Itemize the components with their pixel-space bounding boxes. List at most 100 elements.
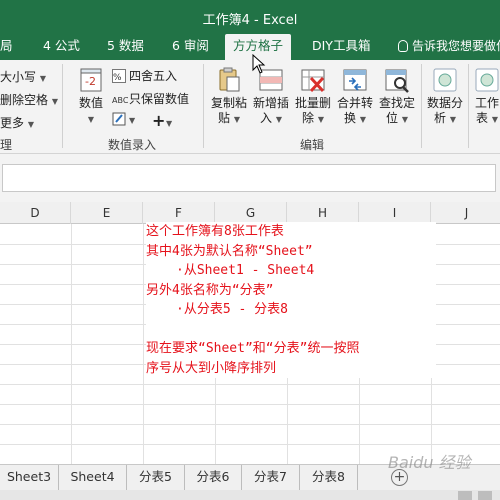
chevron-down-icon: ▼ [129, 116, 136, 125]
column-header-f[interactable]: F [143, 202, 215, 224]
textbox-line: 另外4张名称为“分表” [146, 282, 274, 298]
merge-label-2: 换 [344, 111, 357, 125]
tab-diy-toolbox[interactable]: DIY工具箱 [312, 34, 370, 60]
find-label-2-row: 位 ▼ [376, 111, 418, 127]
tell-me-text: 告诉我您想要做什 [412, 39, 500, 53]
tab-page-layout[interactable]: 局 [0, 34, 13, 60]
tab-data[interactable]: 5 数据 [107, 34, 144, 60]
copy-paste-button[interactable]: 复制粘 贴 ▼ [208, 66, 250, 132]
tab-review[interactable]: 6 审阅 [172, 34, 209, 60]
edit-icon [112, 112, 126, 126]
page-layout-view-icon[interactable] [478, 491, 492, 500]
textbox-line: ·从Sheet1 - Sheet4 [176, 263, 315, 278]
column-header-h[interactable]: H [287, 202, 359, 224]
remove-spaces-button[interactable]: 删除空格 ▼ [0, 91, 58, 108]
round-button[interactable]: % 四舍五入 [112, 67, 177, 84]
copy-paste-label-1: 复制粘 [210, 96, 247, 110]
sheet-tab-fenbiao8[interactable]: 分表8 [300, 465, 358, 490]
chevron-down-icon: ▼ [233, 115, 240, 124]
gridline [0, 424, 500, 425]
textbox-line: 现在要求“Sheet”和“分表”统一按照 [146, 341, 360, 356]
normal-view-icon[interactable] [458, 491, 472, 500]
analysis-icon [431, 66, 459, 94]
chevron-down-icon: ▼ [27, 120, 34, 129]
column-header-i[interactable]: I [359, 202, 431, 224]
sheet-tab-sheet4[interactable]: Sheet4 [59, 465, 127, 490]
new-insert-button[interactable]: 新增插 入 ▼ [250, 66, 292, 132]
title-bar: 工作簿4 - Excel [0, 0, 500, 34]
keep-values-button[interactable]: ABC 只保留数值 [112, 90, 189, 107]
sheet-tab-sheet3[interactable]: Sheet3 [0, 465, 59, 490]
column-header-g[interactable]: G [215, 202, 287, 224]
watermark: Baidu 经验 [388, 453, 471, 472]
column-header-j[interactable]: J [431, 202, 500, 224]
plus-dropdown[interactable]: ▼ [166, 115, 172, 129]
new-insert-label-1: 新增插 [252, 96, 289, 110]
more-label: 更多 [0, 116, 25, 130]
window-title: 工作簿4 - Excel [202, 13, 298, 28]
find-label-1: 查找定 [378, 96, 415, 110]
column-headers: D E F G H I J [0, 202, 500, 224]
case-button[interactable]: 大小写 ▼ [0, 68, 46, 85]
round-icon: % [112, 69, 126, 83]
remove-spaces-label: 删除空格 [0, 93, 49, 107]
group-label-number-entry: 数值录入 [108, 138, 157, 152]
plus-icon[interactable]: + [152, 111, 165, 130]
chevron-down-icon: ▼ [359, 115, 366, 124]
merge-convert-button[interactable]: 合并转 换 ▼ [334, 66, 376, 132]
abc-icon: ABC [112, 92, 129, 106]
group-label-edit: 编辑 [300, 138, 325, 152]
find-label-2: 位 [386, 111, 399, 125]
sheet-tab-fenbiao7[interactable]: 分表7 [242, 465, 300, 490]
group-label-left: 理 [0, 138, 13, 152]
gridline [0, 444, 500, 445]
textbox-line [146, 320, 436, 340]
tell-me-search[interactable]: 告诉我您想要做什 [398, 34, 500, 60]
copy-paste-label-2: 贴 [218, 111, 231, 125]
status-bar [0, 490, 500, 500]
clipboard-icon [215, 66, 243, 94]
worksheet-button[interactable]: 工作 表 ▼ [472, 66, 500, 132]
batch-delete-label-1: 批量删 [294, 96, 331, 110]
gridline [0, 404, 500, 405]
copy-paste-label-2-row: 贴 ▼ [208, 111, 250, 127]
chevron-down-icon: ▼ [39, 74, 46, 83]
data-analysis-button[interactable]: 数据分 析 ▼ [424, 66, 466, 132]
chevron-down-icon: ▼ [449, 115, 456, 124]
textbox-line: 其中4张为默认名称“Sheet” [146, 243, 313, 259]
chevron-down-icon: ▼ [51, 97, 58, 106]
svg-text:-2: -2 [85, 75, 96, 88]
chevron-down-icon: ▼ [275, 115, 282, 124]
find-locate-button[interactable]: 查找定 位 ▼ [376, 66, 418, 132]
analysis-label-1: 数据分 [426, 96, 463, 110]
ribbon: 大小写 ▼ 删除空格 ▼ 更多 ▼ 理 -2 数值 ▼ % 四舍五入 ABC 只保留… [0, 60, 500, 154]
fill-button[interactable]: ▼ [112, 112, 135, 126]
analysis-label-2-row: 析 ▼ [424, 111, 466, 127]
chevron-down-icon: ▼ [87, 115, 95, 124]
svg-text:%: % [113, 73, 122, 83]
instruction-textbox[interactable]: 这个工作簿有8张工作表 其中4张为默认名称“Sheet” ·从Sheet1 - … [146, 222, 436, 378]
round-label: 四舍五入 [129, 69, 178, 83]
number-button[interactable]: -2 数值 ▼ [70, 66, 112, 132]
column-header-e[interactable]: E [71, 202, 143, 224]
chevron-down-icon: ▼ [166, 119, 173, 128]
sheet-tab-fenbiao6[interactable]: 分表6 [185, 465, 242, 490]
gridline [0, 384, 500, 385]
batch-delete-label-2-row: 除 ▼ [292, 111, 334, 127]
batch-delete-label-2: 除 [302, 111, 315, 125]
formula-bar-area [0, 154, 500, 202]
sheet-tab-fenbiao5[interactable]: 分表5 [127, 465, 185, 490]
find-icon [383, 66, 411, 94]
column-header-d[interactable]: D [0, 202, 71, 224]
case-label: 大小写 [0, 70, 37, 84]
batch-delete-button[interactable]: 批量删 除 ▼ [292, 66, 334, 132]
tab-formulas[interactable]: 4 公式 [43, 34, 80, 60]
excel-window: 工作簿4 - Excel 局 4 公式 5 数据 6 审阅 方方格子 DIY工具… [0, 0, 500, 500]
formula-input[interactable] [2, 164, 496, 192]
batch-delete-icon [299, 66, 327, 94]
worksheet-label-2: 表 [476, 111, 489, 125]
chevron-down-icon: ▼ [317, 115, 324, 124]
number-icon: -2 [77, 66, 105, 94]
more-button[interactable]: 更多 ▼ [0, 114, 34, 131]
chevron-down-icon: ▼ [491, 115, 498, 124]
